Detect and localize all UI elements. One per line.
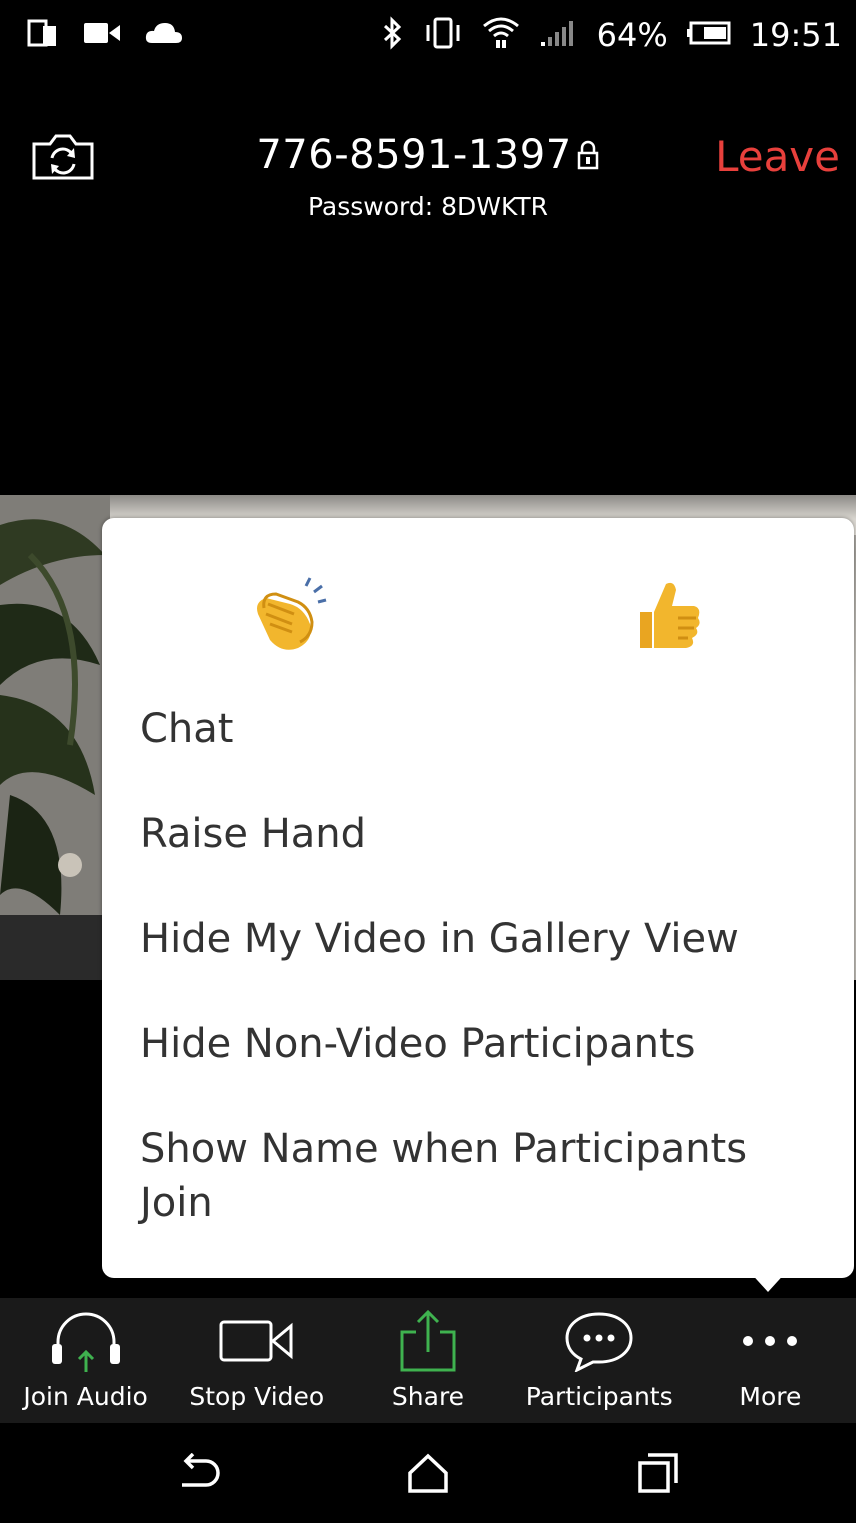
meeting-header: 776-8591-1397 Password: 8DWKTR Leave (0, 100, 856, 240)
share-label: Share (391, 1382, 465, 1411)
video-camera-icon (217, 1308, 297, 1374)
lock-icon (576, 134, 600, 180)
android-nav-bar (0, 1423, 856, 1523)
stop-video-button[interactable]: Stop Video (171, 1298, 342, 1423)
status-bar-right: 64% 19:51 (381, 16, 842, 54)
menu-item-hide-non-video[interactable]: Hide Non-Video Participants (140, 1017, 820, 1071)
video-camera-icon (82, 18, 122, 52)
cloud-icon (144, 19, 184, 51)
wifi-icon (481, 16, 521, 54)
leave-button[interactable]: Leave (715, 132, 840, 181)
headphones-icon (46, 1308, 126, 1374)
meeting-id-text: 776-8591-1397 (256, 132, 572, 178)
menu-item-hide-my-video[interactable]: Hide My Video in Gallery View (140, 912, 820, 966)
status-bar: 64% 19:51 (0, 0, 856, 70)
menu-pointer (748, 1270, 788, 1292)
stop-video-label: Stop Video (189, 1382, 325, 1411)
more-dots-icon (730, 1308, 810, 1374)
join-audio-button[interactable]: Join Audio (0, 1298, 171, 1423)
join-audio-label: Join Audio (23, 1382, 148, 1411)
participants-button[interactable]: Participants (514, 1298, 685, 1423)
vibrate-icon (423, 16, 463, 54)
participants-label: Participants (525, 1382, 673, 1411)
menu-item-chat[interactable]: Chat (140, 702, 820, 756)
zoom-meeting-screen: 64% 19:51 776-8591-1397 Password: 8DWKTR… (0, 0, 856, 1523)
screen-mirror-icon (26, 16, 60, 54)
share-button[interactable]: Share (342, 1298, 513, 1423)
back-icon[interactable] (168, 1443, 228, 1503)
battery-percent: 64% (596, 16, 668, 54)
recent-apps-icon[interactable] (628, 1443, 688, 1503)
menu-item-show-name-on-join[interactable]: Show Name when Participants Join (140, 1122, 820, 1230)
meeting-password: Password: 8DWKTR (307, 192, 549, 221)
status-bar-left (26, 16, 184, 54)
more-menu-popup: Chat Raise Hand Hide My Video in Gallery… (102, 518, 854, 1278)
signal-icon (539, 18, 579, 52)
home-icon[interactable] (398, 1443, 458, 1503)
share-upload-icon (388, 1308, 468, 1374)
bluetooth-icon (381, 16, 405, 54)
thumbs-up-icon[interactable] (626, 574, 706, 654)
battery-icon (686, 20, 732, 50)
chat-bubble-icon (559, 1308, 639, 1374)
more-label: More (739, 1382, 802, 1411)
more-button[interactable]: More (685, 1298, 856, 1423)
clock-time: 19:51 (749, 16, 842, 54)
meeting-toolbar: Join Audio Stop Video Share Participants… (0, 1298, 856, 1423)
menu-item-raise-hand[interactable]: Raise Hand (140, 807, 820, 861)
plant-image (0, 495, 110, 980)
clapping-hands-icon[interactable] (248, 574, 328, 654)
